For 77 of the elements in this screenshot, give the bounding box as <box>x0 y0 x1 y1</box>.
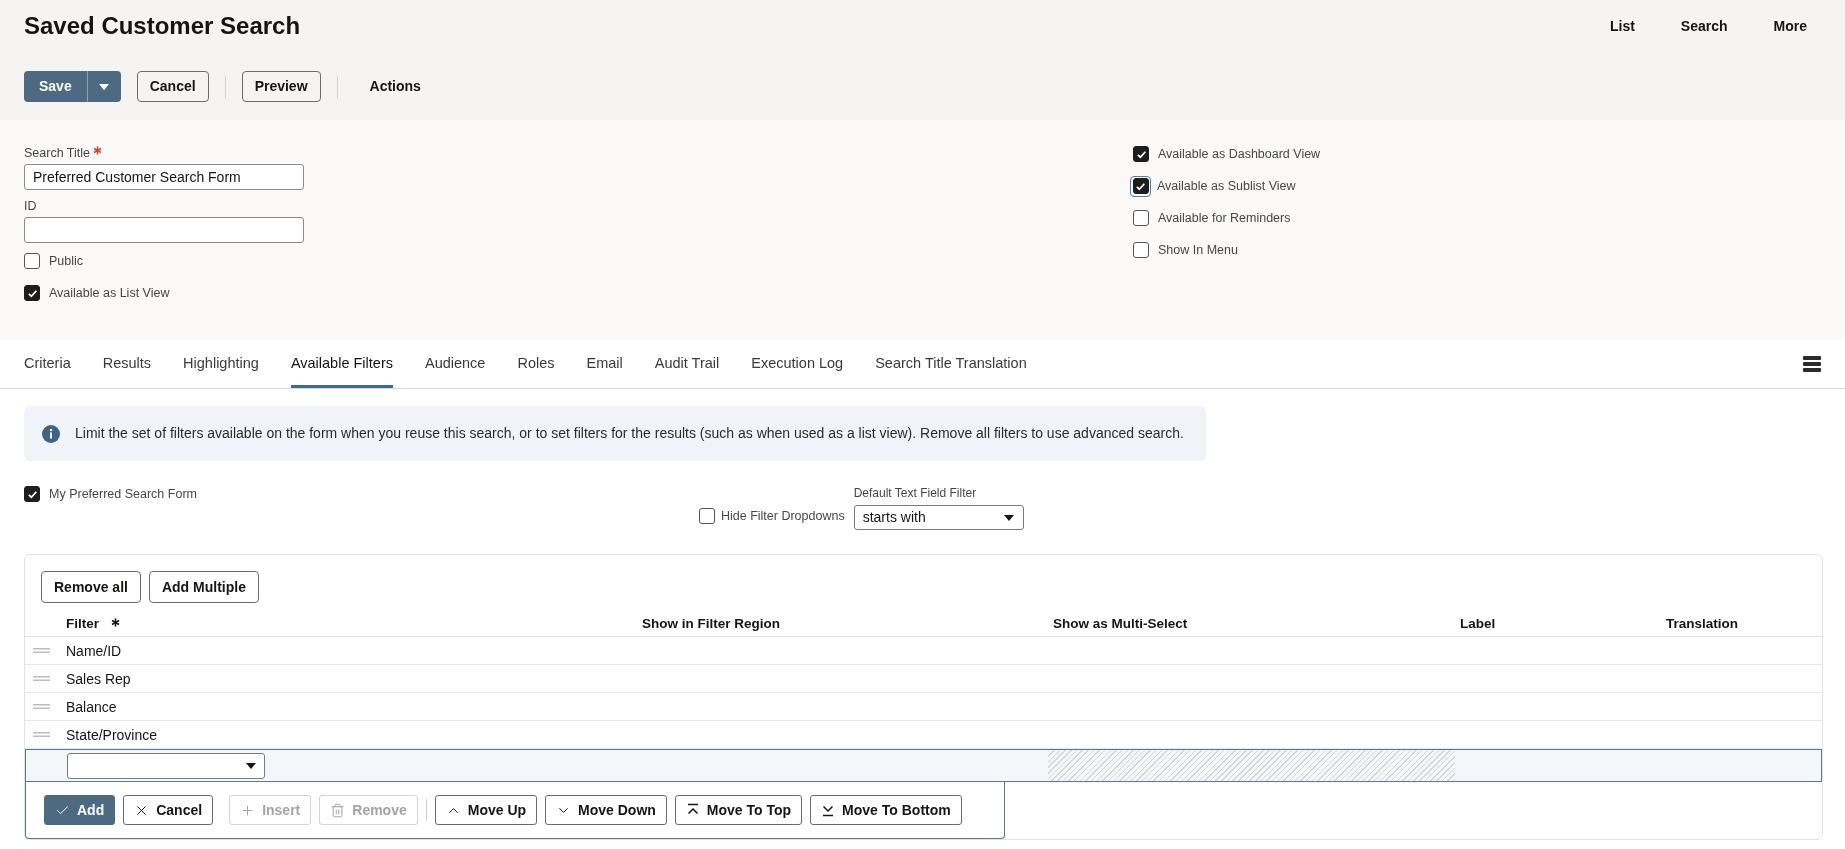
checkmark-icon <box>26 488 38 500</box>
checkmark-icon <box>26 287 38 299</box>
menu-icon[interactable] <box>1803 356 1821 372</box>
text-field[interactable] <box>24 217 304 243</box>
tab[interactable]: Audit Trail <box>654 340 720 388</box>
save-button[interactable]: Save <box>24 71 87 102</box>
trash-icon <box>330 802 346 818</box>
tab[interactable]: Search Title Translation <box>875 340 1027 388</box>
caret-icon <box>99 83 110 90</box>
actions-button[interactable]: Actions <box>353 71 437 102</box>
default-filter-select[interactable]: starts with <box>853 505 1024 530</box>
checkbox[interactable] <box>1133 242 1149 258</box>
field-label: ID <box>24 197 37 215</box>
checkbox-label: Available for Reminders <box>1158 209 1291 227</box>
checkbox-label: Show In Menu <box>1158 241 1238 259</box>
column-header: Translation <box>1666 615 1738 634</box>
row-action-button[interactable]: Move To Top <box>674 795 803 825</box>
info-text: Limit the set of filters available on the form when you reuse this search, or to set filters for the results (such as when used as a list view). Remove all filters to use advanced search. <box>75 424 1184 443</box>
column-header: Show as Multi-Select <box>1053 615 1188 634</box>
column-header: Label <box>1460 615 1496 634</box>
drag-handle-icon[interactable] <box>33 648 50 653</box>
row-action-button[interactable]: Move To Bottom <box>810 795 962 825</box>
plus-icon <box>240 802 256 818</box>
info-icon <box>42 424 60 443</box>
move-to-top-icon <box>685 803 700 817</box>
tab[interactable]: Roles <box>517 340 555 388</box>
filter-select[interactable] <box>67 752 265 779</box>
column-header: Show in Filter Region <box>642 615 780 634</box>
tab[interactable]: Audience <box>424 340 486 388</box>
tab[interactable]: Available Filters <box>290 340 393 388</box>
move-to-bottom-icon <box>821 803 836 817</box>
nav-link[interactable]: Search <box>1680 15 1728 37</box>
checkbox-label: Available as Dashboard View <box>1158 145 1321 163</box>
checkbox[interactable] <box>24 486 40 502</box>
field-label: Default Text Field Filter <box>853 485 978 502</box>
table-cell: State/Province <box>66 726 158 743</box>
tab[interactable]: Highlighting <box>183 340 259 388</box>
caret-icon <box>1003 514 1014 521</box>
table-cell: Name/ID <box>66 642 122 659</box>
checkmark-icon <box>1135 148 1147 160</box>
tab[interactable]: Criteria <box>24 340 71 388</box>
checkbox-label: Public <box>49 252 84 270</box>
field-label: Search Title <box>24 144 90 162</box>
text-field[interactable]: Preferred Customer Search Form <box>24 164 304 190</box>
table-cell: Sales Rep <box>66 670 131 687</box>
tab[interactable]: Results <box>102 340 152 388</box>
checkbox-label: My Preferred Search Form <box>49 485 197 503</box>
row-action-button[interactable]: Move Down <box>545 795 667 825</box>
toolbar-button[interactable]: Preview <box>241 71 321 102</box>
checkbox[interactable] <box>24 285 40 301</box>
nav-link[interactable]: More <box>1773 15 1807 37</box>
page-title: Saved Customer Search <box>24 11 301 41</box>
row-action-button[interactable]: Cancel <box>123 795 214 825</box>
dropdown-button[interactable] <box>86 71 121 102</box>
checkbox[interactable] <box>1133 146 1149 162</box>
toolbar-button[interactable]: Cancel <box>136 71 209 102</box>
checkbox-label: Available as List View <box>49 284 170 302</box>
checkbox-label: Available as Sublist View <box>1157 177 1296 195</box>
checkbox[interactable] <box>699 508 715 524</box>
table-button[interactable]: Add Multiple <box>148 571 259 603</box>
checkbox[interactable] <box>1130 175 1151 197</box>
tab[interactable]: Email <box>586 340 623 388</box>
checkbox-label: Hide Filter Dropdowns <box>721 507 845 525</box>
checkbox[interactable] <box>1133 210 1149 226</box>
row-action-button[interactable]: Add <box>44 795 116 825</box>
checkmark-icon <box>1135 180 1146 192</box>
caret-icon <box>246 762 256 769</box>
drag-handle-icon[interactable] <box>33 676 50 681</box>
nav-link[interactable]: List <box>1609 15 1635 37</box>
checkbox[interactable] <box>24 253 40 269</box>
drag-handle-icon[interactable] <box>33 732 50 737</box>
column-header: Filter <box>66 615 99 634</box>
table-button[interactable]: Remove all <box>41 571 141 603</box>
tab[interactable]: Execution Log <box>751 340 844 388</box>
drag-handle-icon[interactable] <box>33 704 50 709</box>
row-action-button[interactable]: Move Up <box>434 795 538 825</box>
table-cell: Balance <box>66 698 117 715</box>
